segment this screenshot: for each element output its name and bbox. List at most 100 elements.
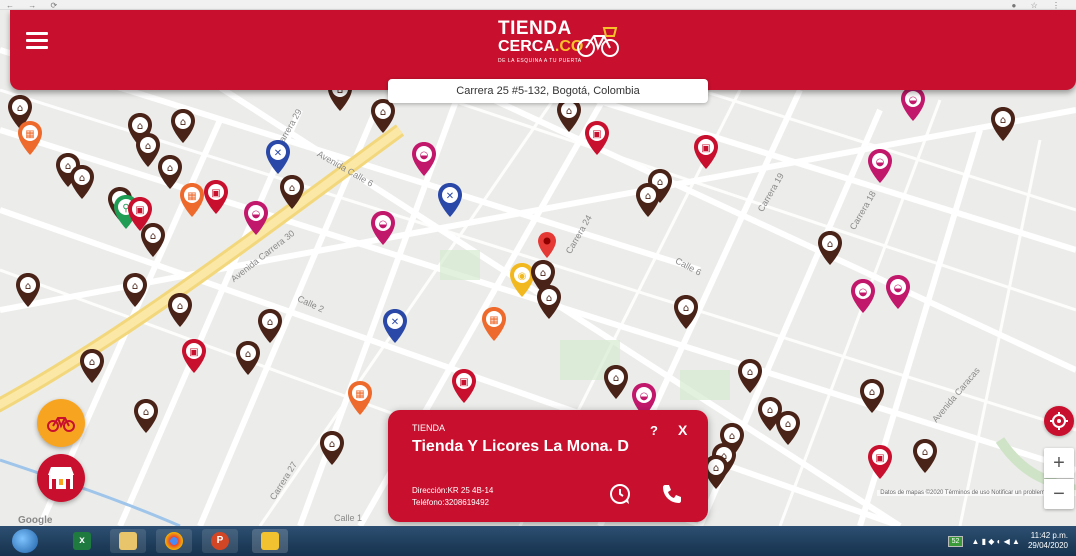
red-store-pin-icon[interactable]: ▣: [203, 179, 229, 215]
red-store-pin-icon[interactable]: ▣: [867, 444, 893, 480]
browser-tray-icons[interactable]: ● ☆ ⋮: [1012, 1, 1066, 10]
red-store-pin-icon[interactable]: ▣: [451, 368, 477, 404]
system-tray: 52 ▲ ▮ ◆ ◐ ◀ ▲ 11:42 p.m. 29/04/2020: [947, 530, 1068, 552]
store-pin-icon[interactable]: ⌂: [370, 98, 396, 134]
chrome-taskbar-icon[interactable]: [156, 529, 192, 553]
svg-text:▣: ▣: [189, 347, 198, 358]
store-pin-icon[interactable]: ⌂: [279, 174, 305, 210]
orange-store-pin-icon[interactable]: ▦: [347, 380, 373, 416]
zoom-out-button[interactable]: −: [1044, 479, 1074, 509]
help-button[interactable]: ?: [650, 423, 658, 438]
blue-store-pin-icon[interactable]: ✕: [382, 308, 408, 344]
folder-taskbar-icon[interactable]: [110, 529, 146, 553]
google-logo: Google: [18, 515, 53, 526]
image-viewer-taskbar-icon[interactable]: [252, 529, 288, 553]
pink-store-pin-icon[interactable]: ◒: [867, 148, 893, 184]
battery-icon[interactable]: 52: [947, 535, 964, 547]
store-pin-icon[interactable]: ⌂: [603, 364, 629, 400]
svg-text:◉: ◉: [518, 271, 527, 282]
svg-text:✕: ✕: [391, 317, 399, 328]
svg-text:⌂: ⌂: [546, 293, 552, 304]
bicycle-cart-icon: [577, 27, 619, 57]
start-button[interactable]: [12, 529, 38, 553]
svg-text:⌂: ⌂: [380, 107, 386, 118]
svg-text:◒: ◒: [876, 157, 885, 168]
excel-taskbar-icon[interactable]: x: [64, 529, 100, 553]
store-pin-icon[interactable]: ⌂: [122, 272, 148, 308]
crosshair-icon[interactable]: [1044, 406, 1074, 436]
app-header: TIENDA CERCA.CO DE LA ESQUINA A TU PUERT…: [10, 10, 1076, 90]
svg-text:⌂: ⌂: [137, 121, 143, 132]
orange-store-pin-icon[interactable]: ▦: [179, 182, 205, 218]
store-pin-icon[interactable]: ⌂: [170, 108, 196, 144]
pink-store-pin-icon[interactable]: ◒: [370, 210, 396, 246]
blue-store-pin-icon[interactable]: ✕: [265, 139, 291, 175]
svg-text:⌂: ⌂: [143, 407, 149, 418]
store-pin-icon[interactable]: ⌂: [817, 230, 843, 266]
clock[interactable]: 11:42 p.m. 29/04/2020: [1028, 531, 1068, 551]
powerpoint-taskbar-icon[interactable]: P: [202, 529, 238, 553]
pink-store-pin-icon[interactable]: ◒: [411, 141, 437, 177]
browser-bar: ← → ⟳ ● ☆ ⋮: [0, 0, 1076, 10]
svg-text:⌂: ⌂: [89, 357, 95, 368]
store-pin-icon[interactable]: ⌂: [536, 284, 562, 320]
close-button[interactable]: X: [678, 422, 687, 438]
bike-delivery-button[interactable]: [37, 399, 85, 447]
store-address: Dirección:KR 25 4B-14: [412, 486, 494, 495]
screen: ← → ⟳ ● ☆ ⋮ Avenida Carrera 30 Avenida C…: [0, 0, 1076, 556]
store-pin-icon[interactable]: ⌂: [79, 348, 105, 384]
svg-text:▦: ▦: [187, 191, 196, 202]
store-pin-icon[interactable]: ⌂: [737, 358, 763, 394]
store-type: TIENDA: [412, 423, 446, 433]
pink-store-pin-icon[interactable]: ◒: [900, 86, 926, 122]
store-pin-icon[interactable]: ⌂: [15, 272, 41, 308]
clock-chat-icon[interactable]: [608, 482, 632, 506]
logo-tagline: DE LA ESQUINA A TU PUERTA: [498, 58, 582, 64]
svg-text:⌂: ⌂: [25, 281, 31, 292]
pink-store-pin-icon[interactable]: ◒: [885, 274, 911, 310]
phone-icon[interactable]: [660, 482, 684, 506]
svg-text:⌂: ⌂: [683, 303, 689, 314]
svg-text:▣: ▣: [135, 205, 144, 216]
svg-text:◒: ◒: [420, 150, 429, 161]
svg-text:▣: ▣: [592, 129, 601, 140]
store-pin-icon[interactable]: ⌂: [140, 222, 166, 258]
red-store-pin-icon[interactable]: ▣: [181, 338, 207, 374]
pink-store-pin-icon[interactable]: ◒: [850, 278, 876, 314]
svg-text:◒: ◒: [379, 219, 388, 230]
store-pin-icon[interactable]: ⌂: [775, 410, 801, 446]
red-store-pin-icon[interactable]: ▣: [584, 120, 610, 156]
store-pin-icon[interactable]: ⌂: [859, 378, 885, 414]
store-pin-icon[interactable]: ⌂: [167, 292, 193, 328]
svg-text:⌂: ⌂: [145, 141, 151, 152]
logo-line1: TIENDA: [498, 18, 572, 39]
bicycle-icon: [47, 417, 75, 432]
store-pin-icon[interactable]: ⌂: [990, 106, 1016, 142]
brand-logo[interactable]: TIENDA CERCA.CO DE LA ESQUINA A TU PUERT…: [498, 18, 628, 70]
store-pin-icon[interactable]: ⌂: [133, 398, 159, 434]
logo-line2: CERCA.CO: [498, 38, 584, 55]
store-pin-icon[interactable]: ⌂: [635, 182, 661, 218]
store-pin-icon[interactable]: ⌂: [319, 430, 345, 466]
orange-store-pin-icon[interactable]: ▦: [17, 120, 43, 156]
storefront-button[interactable]: [37, 454, 85, 502]
red-store-pin-icon[interactable]: ▣: [693, 134, 719, 170]
orange-store-pin-icon[interactable]: ▦: [481, 306, 507, 342]
store-pin-icon[interactable]: ⌂: [69, 164, 95, 200]
blue-store-pin-icon[interactable]: ✕: [437, 182, 463, 218]
svg-text:⌂: ⌂: [827, 239, 833, 250]
store-pin-icon[interactable]: ⌂: [912, 438, 938, 474]
store-pin-icon[interactable]: ⌂: [257, 308, 283, 344]
hamburger-icon[interactable]: [26, 32, 48, 50]
svg-text:⌂: ⌂: [747, 367, 753, 378]
zoom-in-button[interactable]: +: [1044, 448, 1074, 478]
svg-text:◒: ◒: [909, 95, 918, 106]
address-field[interactable]: Carrera 25 #5-132, Bogotá, Colombia: [388, 79, 708, 103]
store-pin-icon[interactable]: ⌂: [673, 294, 699, 330]
tray-icons[interactable]: ▲ ▮ ◆ ◐ ◀ ▲: [971, 537, 1020, 546]
svg-text:⌂: ⌂: [767, 405, 773, 416]
store-pin-icon[interactable]: ⌂: [235, 340, 261, 376]
pink-store-pin-icon[interactable]: ◒: [243, 200, 269, 236]
browser-nav-icons[interactable]: ← → ⟳: [6, 1, 63, 10]
svg-text:⌂: ⌂: [177, 301, 183, 312]
